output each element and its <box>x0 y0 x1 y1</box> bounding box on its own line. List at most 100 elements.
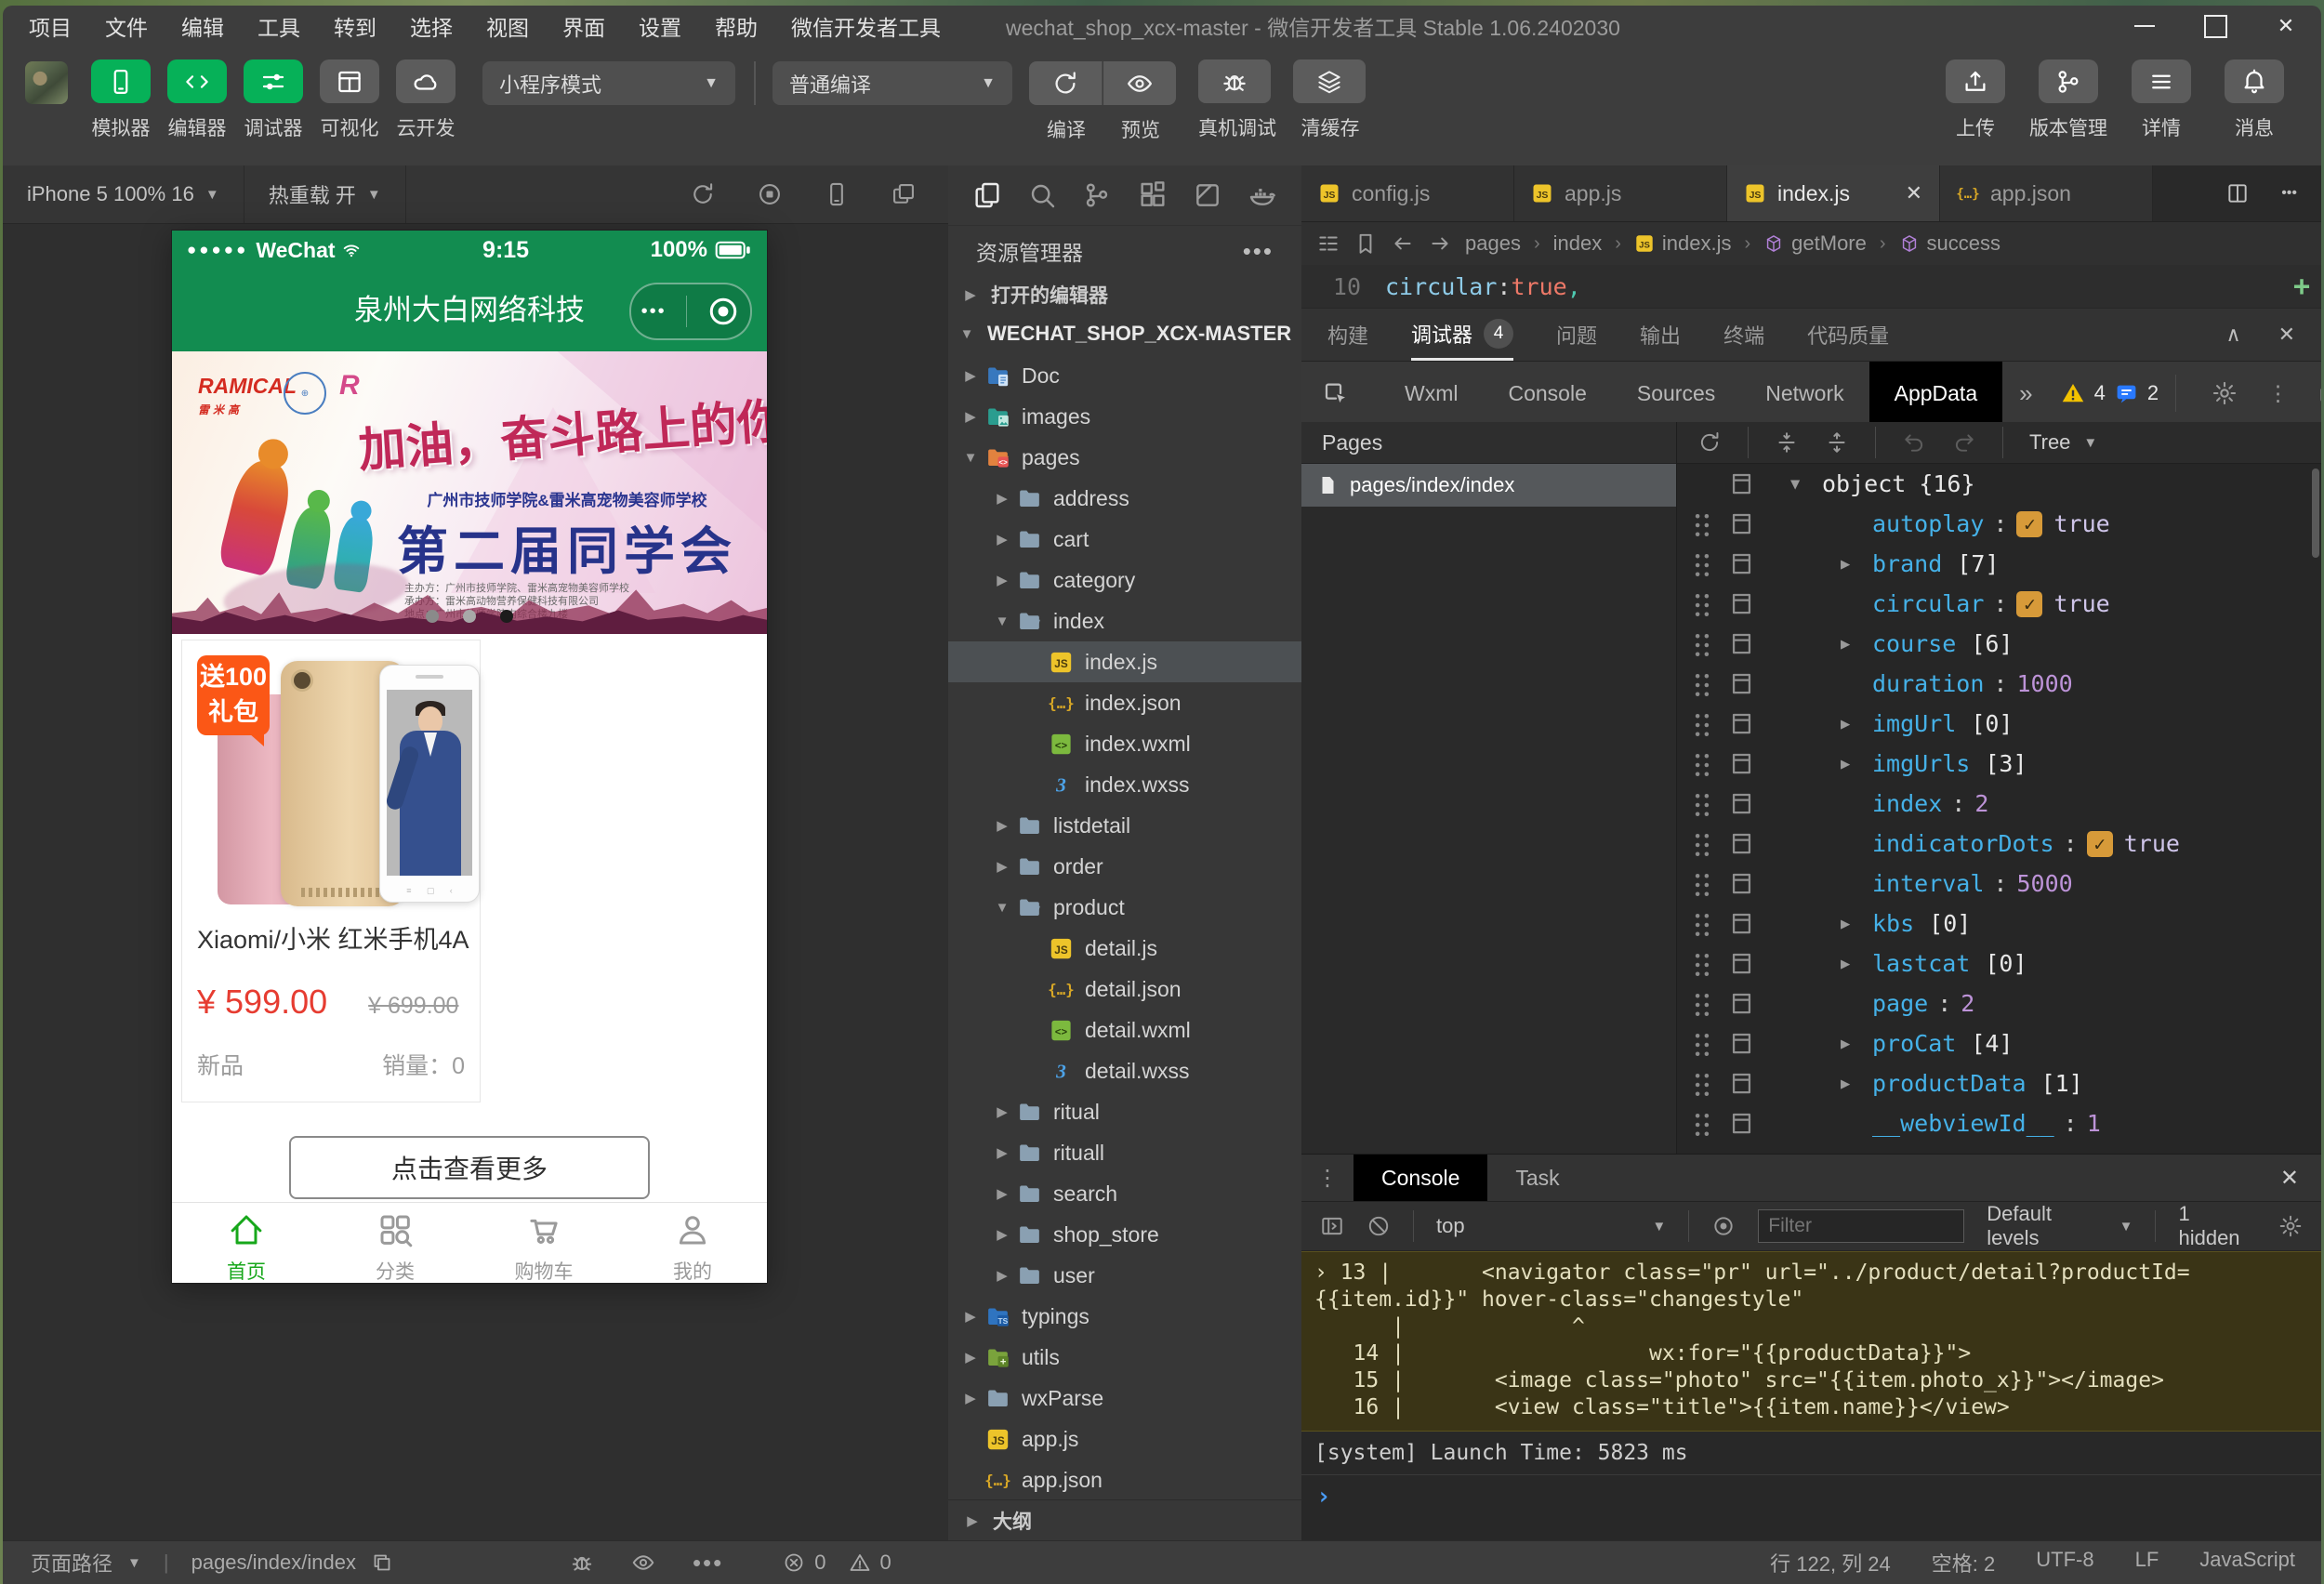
editor-tab-config.js[interactable]: JS config.js <box>1301 165 1514 221</box>
doc-row-icon[interactable] <box>1729 751 1754 776</box>
view-mode-select[interactable]: Tree ▼ <box>2029 430 2097 455</box>
breadcrumb-item-pages[interactable]: pages <box>1465 231 1521 256</box>
tree-item-app.js[interactable]: JS app.js <box>948 1419 1301 1459</box>
menu-item-界面[interactable]: 界面 <box>562 10 626 42</box>
doc-row-icon[interactable] <box>1729 591 1754 616</box>
toolbar-button-版本管理[interactable]: 版本管理 <box>2024 59 2113 141</box>
drag-handle-icon[interactable] <box>1692 873 1712 903</box>
refresh-icon[interactable] <box>690 181 716 207</box>
tree-item-search[interactable]: ▶ search <box>948 1173 1301 1214</box>
checkbox-checked-icon[interactable]: ✓ <box>2016 510 2043 537</box>
appdata-row-proCat[interactable]: ▶ proCat [4] <box>1677 1023 2321 1063</box>
breadcrumb-item-index[interactable]: index <box>1553 231 1603 256</box>
dock-side-icon[interactable] <box>2318 380 2321 406</box>
toolbar-button-真机调试[interactable]: 真机调试 <box>1198 59 1276 141</box>
view-more-button[interactable]: 点击查看更多 <box>289 1136 650 1199</box>
tree-item-index[interactable]: ▼ index <box>948 601 1301 641</box>
menu-item-编辑[interactable]: 编辑 <box>181 10 244 42</box>
chevron-right-icon[interactable]: ▶ <box>1841 635 1850 653</box>
collapse-panel-icon[interactable]: ∧ <box>2225 323 2240 347</box>
appdata-row-interval[interactable]: interval:5000 <box>1677 864 2321 904</box>
tree-item-images[interactable]: ▶ images <box>948 396 1301 437</box>
doc-row-icon[interactable] <box>1729 471 1754 496</box>
expand-all-icon[interactable] <box>1775 430 1799 455</box>
files-icon[interactable] <box>972 180 1002 210</box>
drag-handle-icon[interactable] <box>1692 993 1712 1023</box>
appdata-row-productData[interactable]: ▶ productData [1] <box>1677 1063 2321 1103</box>
tree-item-index.json[interactable]: {…} index.json <box>948 682 1301 723</box>
tree-item-app.json[interactable]: {…} app.json <box>948 1459 1301 1500</box>
drag-handle-icon[interactable] <box>1692 713 1712 743</box>
toolbar-button-预览[interactable]: 预览 <box>1103 61 1178 143</box>
doc-row-icon[interactable] <box>1729 711 1754 736</box>
tree-item-index.wxss[interactable]: 3 index.wxss <box>948 764 1301 805</box>
drag-handle-icon[interactable] <box>1692 673 1712 703</box>
close-panel-icon[interactable]: ✕ <box>2278 323 2295 347</box>
toolbar-button-编译[interactable]: 编译 <box>1029 61 1103 143</box>
doc-row-icon[interactable] <box>1729 871 1754 896</box>
toolbar-button-消息[interactable]: 消息 <box>2210 59 2299 141</box>
doc-row-icon[interactable] <box>1729 1031 1754 1056</box>
tree-item-cart[interactable]: ▶ cart <box>948 519 1301 560</box>
appdata-row-kbs[interactable]: ▶ kbs [0] <box>1677 904 2321 944</box>
menu-item-工具[interactable]: 工具 <box>257 10 321 42</box>
panel-tab-问题[interactable]: 问题 <box>1556 309 1597 361</box>
drag-handle-icon[interactable] <box>1692 513 1712 543</box>
drag-handle-icon[interactable] <box>1692 593 1712 623</box>
tree-item-detail.wxml[interactable]: <> detail.wxml <box>948 1010 1301 1050</box>
menu-item-文件[interactable]: 文件 <box>105 10 168 42</box>
menu-item-视图[interactable]: 视图 <box>486 10 549 42</box>
tree-item-rituall[interactable]: ▶ rituall <box>948 1132 1301 1173</box>
outline-list-icon[interactable] <box>1316 231 1340 256</box>
toolbar-button-可视化[interactable]: 可视化 <box>313 59 386 141</box>
appdata-row-page[interactable]: page:2 <box>1677 983 2321 1023</box>
live-expression-icon[interactable] <box>1711 1214 1736 1238</box>
doc-row-icon[interactable] <box>1729 551 1754 576</box>
kebab-menu-icon[interactable]: ⋮ <box>2267 381 2289 406</box>
devtools-tab-Network[interactable]: Network <box>1740 362 1868 425</box>
console-tab-Task[interactable]: Task <box>1487 1155 1587 1201</box>
collapse-all-icon[interactable] <box>1825 430 1849 455</box>
doc-row-icon[interactable] <box>1729 1111 1754 1136</box>
tree-item-detail.json[interactable]: {…} detail.json <box>948 969 1301 1010</box>
menu-item-微信开发者工具[interactable]: 微信开发者工具 <box>791 10 961 42</box>
appdata-row-indicatorDots[interactable]: indicatorDots: ✓ true <box>1677 824 2321 864</box>
console-prompt[interactable]: › <box>1301 1475 2321 1518</box>
chevron-right-icon[interactable]: ▶ <box>1841 755 1850 773</box>
close-button[interactable]: ✕ <box>2251 6 2321 46</box>
close-tab-icon[interactable]: ✕ <box>1906 181 1922 205</box>
tab-购物车[interactable]: 购物车 <box>469 1203 618 1283</box>
drag-handle-icon[interactable] <box>1692 1073 1712 1102</box>
drag-handle-icon[interactable] <box>1692 953 1712 983</box>
debug-icon[interactable] <box>570 1551 594 1575</box>
checkbox-checked-icon[interactable]: ✓ <box>2086 830 2113 857</box>
tree-item-index.wxml[interactable]: <> index.wxml <box>948 723 1301 764</box>
search-icon[interactable] <box>1027 180 1057 210</box>
inspect-element-icon[interactable] <box>1301 379 1368 407</box>
filter-input[interactable] <box>1758 1209 1965 1243</box>
project-root-folder[interactable]: ▼ WECHAT_SHOP_XCX-MASTER <box>948 313 1301 354</box>
chevron-down-icon[interactable]: ▼ <box>1790 475 1800 494</box>
tree-item-wxParse[interactable]: ▶ wxParse <box>948 1378 1301 1419</box>
tab-分类[interactable]: 分类 <box>321 1203 469 1283</box>
context-select[interactable]: top ▼ <box>1436 1214 1666 1238</box>
doc-row-icon[interactable] <box>1729 671 1754 696</box>
kebab-menu-icon[interactable]: ⋮ <box>1301 1165 1353 1192</box>
tab-首页[interactable]: 首页 <box>172 1203 321 1283</box>
open-editors-section[interactable]: ▶ 打开的编辑器 <box>948 276 1301 313</box>
chevron-right-icon[interactable]: ▶ <box>1841 1075 1850 1093</box>
settings-gear-icon[interactable] <box>2212 380 2238 406</box>
tree-item-order[interactable]: ▶ order <box>948 846 1301 887</box>
redo-icon[interactable] <box>1952 430 1976 455</box>
devtools-tab-AppData[interactable]: AppData <box>1868 362 2003 425</box>
more-actions-icon[interactable]: ••• <box>2281 185 2297 202</box>
toolbar-button-云开发[interactable]: 云开发 <box>390 59 462 141</box>
chevron-right-icon[interactable]: ▶ <box>1841 915 1850 933</box>
branch-icon[interactable] <box>1082 180 1112 210</box>
doc-row-icon[interactable] <box>1729 631 1754 656</box>
editor-tab-app.json[interactable]: {…} app.json <box>1940 165 2153 221</box>
toolbar-button-上传[interactable]: 上传 <box>1931 59 2020 141</box>
tree-item-typings[interactable]: ▶ TS typings <box>948 1296 1301 1337</box>
more-menu-button[interactable]: ••• <box>641 301 667 323</box>
user-avatar[interactable] <box>25 61 68 104</box>
